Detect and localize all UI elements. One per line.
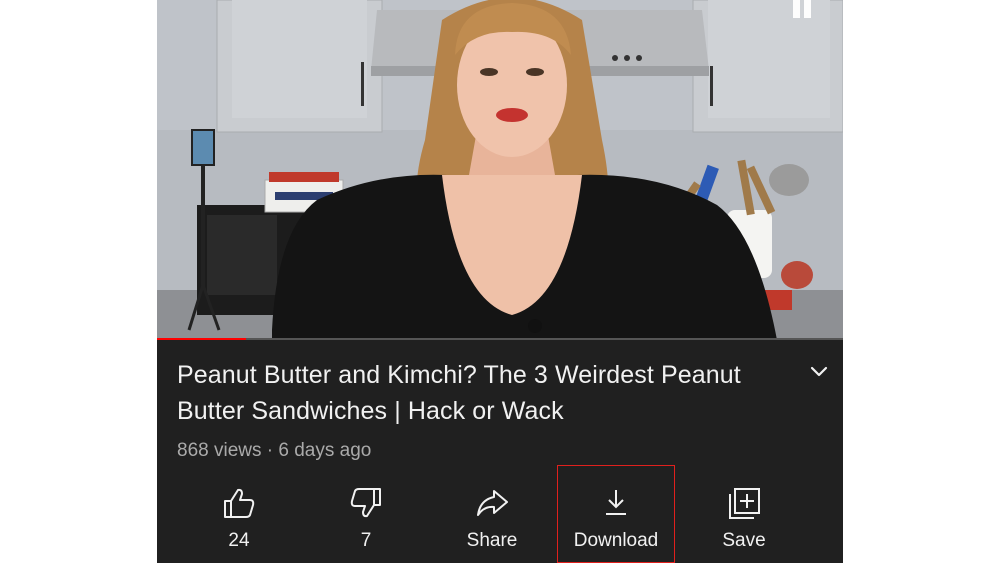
download-label: Download <box>573 530 659 551</box>
share-icon <box>477 490 508 516</box>
dislike-button[interactable]: 7 <box>307 465 425 563</box>
video-frame <box>157 0 843 340</box>
download-button[interactable]: Download <box>557 465 675 563</box>
meta-separator: · <box>266 440 274 461</box>
upload-age: 6 days ago <box>278 440 372 461</box>
video-player[interactable] <box>157 0 843 340</box>
view-count: 868 views <box>177 440 262 461</box>
video-meta: 868 views · 6 days ago <box>177 439 371 463</box>
share-button[interactable]: Share <box>433 465 551 563</box>
download-icon <box>606 490 626 515</box>
video-progress-bar[interactable] <box>157 338 843 340</box>
like-button[interactable]: 24 <box>180 465 298 563</box>
video-progress-fill <box>157 338 247 340</box>
video-title: Peanut Butter and Kimchi? The 3 Weirdest… <box>177 361 741 425</box>
pause-icon[interactable] <box>793 0 819 18</box>
thumbs-down-icon <box>350 488 381 518</box>
chevron-down-icon[interactable] <box>808 362 830 380</box>
dislike-count: 7 <box>360 530 372 551</box>
save-button[interactable]: Save <box>685 465 803 563</box>
like-count: 24 <box>228 530 250 551</box>
share-label: Share <box>466 530 518 551</box>
action-bar: 24 7 Share Download Save <box>157 465 843 563</box>
save-label: Save <box>722 530 766 551</box>
youtube-app-frame: Peanut Butter and Kimchi? The 3 Weirdest… <box>157 0 843 563</box>
save-to-playlist-icon <box>729 488 760 519</box>
thumbs-up-icon <box>224 488 255 518</box>
